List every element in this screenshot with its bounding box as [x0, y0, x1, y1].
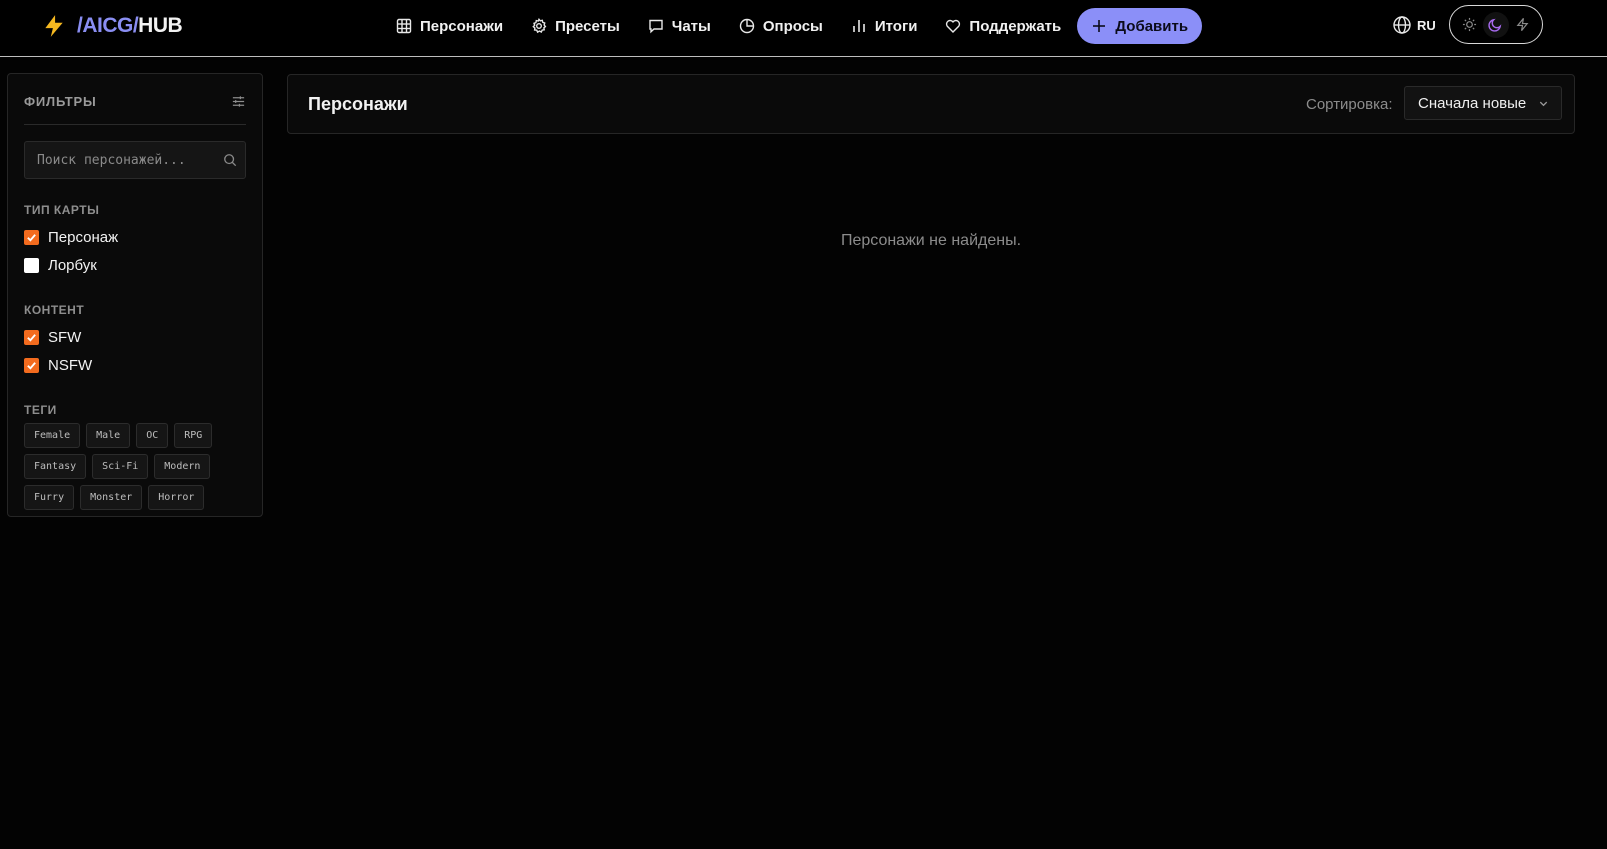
checkbox-sfw[interactable]: SFW [24, 323, 246, 351]
page-title: Персонажи [308, 94, 408, 114]
pie-chart-icon [739, 18, 755, 34]
gear-icon [532, 18, 547, 34]
main-nav: Персонажи Пресеты Чаты Опросы Итоги Подд… [396, 8, 1203, 44]
tag-horror[interactable]: Horror [148, 485, 205, 510]
nav-polls[interactable]: Опросы [739, 8, 823, 44]
grid-icon [396, 18, 412, 34]
checkbox-nsfw-label: NSFW [48, 356, 93, 374]
checkbox-unchecked[interactable] [24, 257, 39, 273]
empty-state-message: Персонажи не найдены. [840, 232, 1022, 249]
tag-list: Female Male OC RPG Fantasy Sci-Fi Modern… [24, 423, 248, 516]
logo-prefix: /AICG/ [77, 14, 139, 37]
theme-dark-button[interactable] [1482, 11, 1509, 38]
nav-characters-label: Персонажи [420, 17, 504, 35]
tag-female[interactable]: Female [24, 423, 81, 448]
moon-icon [1488, 18, 1502, 32]
tag-fantasy[interactable]: Fantasy [24, 454, 87, 479]
tag-sci-fi[interactable]: Sci-Fi [92, 454, 149, 479]
tag-furry[interactable]: Furry [24, 485, 75, 510]
nav-presets-label: Пресеты [555, 17, 620, 35]
sort-value: Сначала новые [1418, 94, 1527, 112]
nav-presets[interactable]: Пресеты [531, 8, 620, 44]
heart-icon [946, 19, 961, 33]
nav-polls-label: Опросы [762, 17, 823, 35]
filters-title: ФИЛЬТРЫ [24, 94, 97, 109]
check-icon [27, 233, 36, 242]
search-input[interactable] [25, 142, 245, 178]
checkbox-checked[interactable] [24, 329, 39, 345]
content-title: КОНТЕНТ [24, 303, 85, 317]
nav-chats-label: Чаты [671, 17, 711, 35]
check-icon [27, 333, 36, 342]
checkbox-lorebook[interactable]: Лорбук [24, 251, 246, 279]
bar-chart-icon [853, 20, 865, 32]
sliders-icon[interactable] [231, 94, 246, 109]
nav-results[interactable]: Итоги [851, 8, 918, 44]
add-button-label: Добавить [1115, 17, 1189, 35]
filters-panel: ФИЛЬТРЫ ТИП КАРТЫ Персонаж Лорбук КОНТЕН… [7, 73, 263, 517]
search-icon[interactable] [223, 153, 237, 167]
language-label: RU [1417, 17, 1436, 33]
check-icon [27, 361, 36, 370]
checkbox-checked[interactable] [24, 357, 39, 373]
lightning-icon [45, 15, 63, 37]
lightning-icon [1516, 18, 1529, 31]
add-button[interactable]: Добавить [1077, 8, 1203, 44]
tag-rpg[interactable]: RPG [174, 423, 213, 448]
checkbox-checked[interactable] [24, 229, 39, 245]
logo[interactable]: /AICG/ HUB [41, 11, 183, 41]
sort-select[interactable]: Сначала новые [1404, 86, 1562, 120]
top-header: /AICG/ HUB Персонажи Пресеты Чаты Опросы… [0, 0, 1607, 57]
checkbox-nsfw[interactable]: NSFW [24, 351, 246, 379]
search-box [24, 141, 246, 179]
theme-lightning-button[interactable] [1510, 12, 1536, 38]
tag-male[interactable]: Male [86, 423, 131, 448]
nav-chats[interactable]: Чаты [648, 8, 711, 44]
tag-monster[interactable]: Monster [80, 485, 143, 510]
logo-suffix: HUB [138, 14, 183, 37]
tags-title: ТЕГИ [24, 403, 57, 417]
sort-label: Сортировка: [1306, 96, 1393, 113]
chat-icon [649, 19, 663, 34]
plus-icon [1093, 20, 1106, 32]
nav-results-label: Итоги [874, 17, 918, 35]
theme-switcher [1449, 5, 1543, 44]
checkbox-sfw-label: SFW [48, 328, 82, 346]
tag-modern[interactable]: Modern [154, 454, 211, 479]
card-type-title: ТИП КАРТЫ [24, 203, 100, 217]
checkbox-character-label: Персонаж [48, 228, 119, 246]
nav-support-label: Поддержать [969, 17, 1062, 35]
checkbox-lorebook-label: Лорбук [48, 256, 97, 274]
language-switcher[interactable]: RU [1392, 13, 1436, 37]
filters-header: ФИЛЬТРЫ [24, 79, 246, 125]
checkbox-character[interactable]: Персонаж [24, 223, 246, 251]
sun-icon [1462, 17, 1476, 32]
tag-oc[interactable]: OC [136, 423, 169, 448]
nav-support[interactable]: Поддержать [945, 8, 1061, 44]
main-header: Персонажи Сортировка: Сначала новые [287, 74, 1575, 134]
globe-icon [1393, 16, 1411, 34]
chevron-down-icon [1539, 101, 1548, 106]
nav-characters[interactable]: Персонажи [396, 8, 503, 44]
theme-light-button[interactable] [1456, 12, 1482, 38]
